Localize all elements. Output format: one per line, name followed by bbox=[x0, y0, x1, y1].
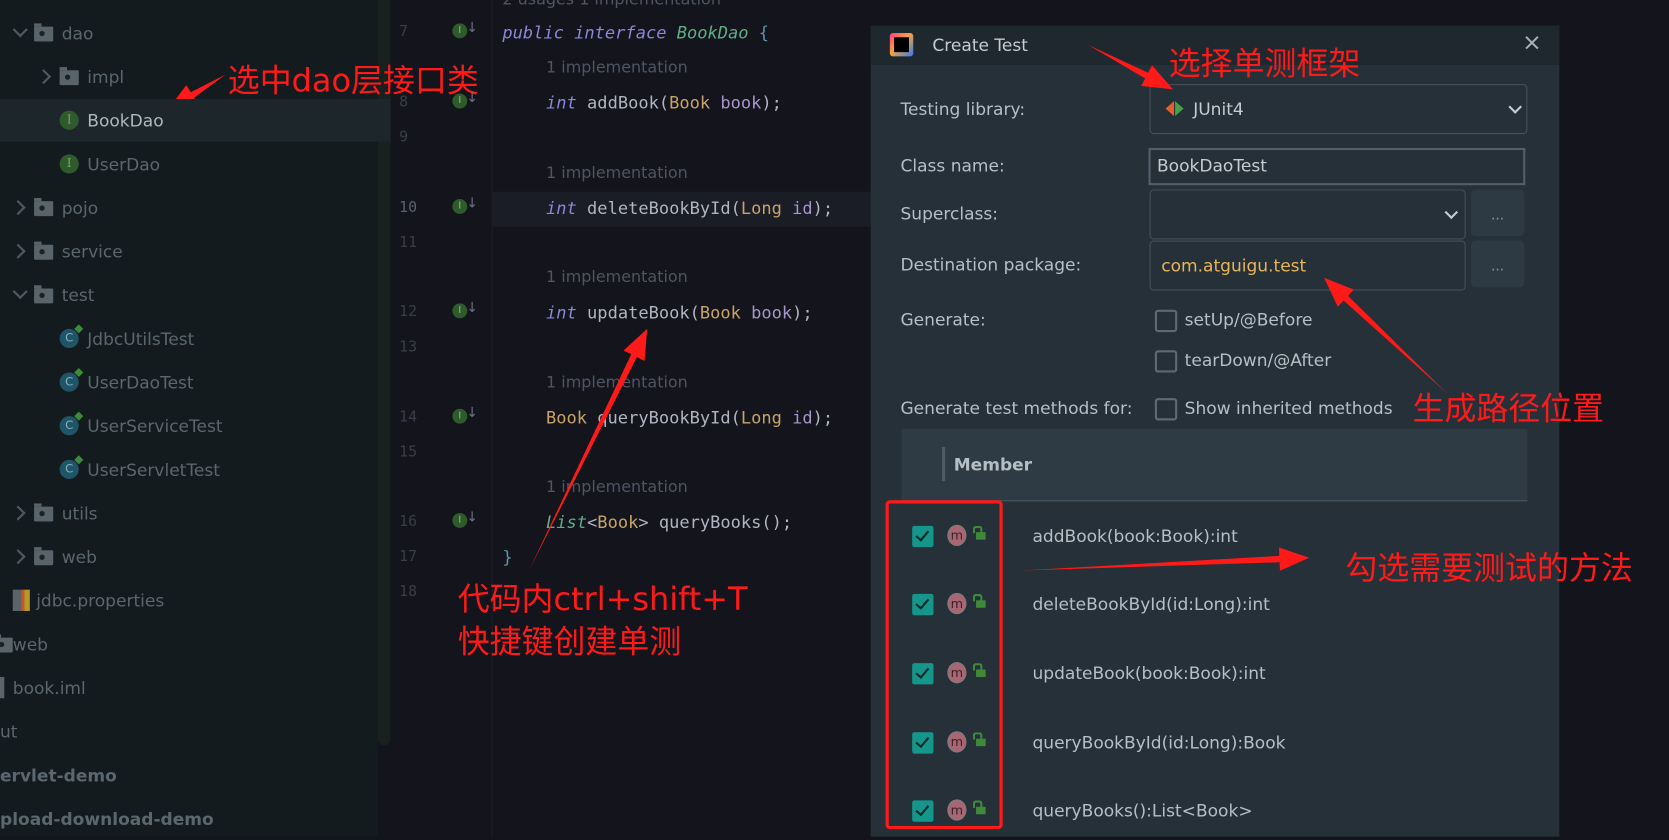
line-number: 11 bbox=[399, 234, 418, 252]
folder-icon bbox=[34, 197, 54, 217]
tree-item[interactable]: ut bbox=[0, 710, 391, 753]
tree-item[interactable]: service bbox=[0, 230, 391, 273]
tree-item-label: JdbcUtilsTest bbox=[87, 328, 195, 349]
tree-item[interactable]: C UserServletTest bbox=[0, 448, 391, 491]
tree-item-label: book.iml bbox=[12, 677, 86, 698]
tree-item-label: service bbox=[61, 241, 123, 262]
chevron-right-icon[interactable] bbox=[10, 549, 26, 565]
interface-icon: I bbox=[59, 154, 79, 174]
tree-item-label: jdbc.properties bbox=[36, 590, 165, 611]
tree-item-label: UserDaoTest bbox=[87, 372, 194, 393]
properties-file-icon bbox=[12, 589, 30, 611]
tree-item[interactable]: impl bbox=[0, 55, 391, 98]
test-class-icon: C bbox=[59, 416, 79, 436]
tree-item[interactable]: C JdbcUtilsTest bbox=[0, 317, 391, 360]
chevron-down-icon[interactable] bbox=[12, 284, 28, 300]
tree-item[interactable]: ervlet-demo bbox=[0, 754, 391, 797]
folder-icon bbox=[34, 23, 54, 42]
tree-item[interactable]: I UserDao bbox=[0, 143, 391, 186]
folder-icon bbox=[0, 634, 13, 653]
tree-item[interactable]: pojo bbox=[0, 186, 391, 229]
folder-icon bbox=[34, 241, 54, 260]
arrow-to-destination-package bbox=[1324, 277, 1448, 394]
tree-item[interactable]: web bbox=[0, 623, 391, 666]
implemented-gutter-icon[interactable]: I bbox=[452, 92, 478, 109]
tree-item[interactable]: utils bbox=[0, 492, 391, 535]
tree-item-label: web bbox=[12, 633, 48, 655]
tree-item-label: UserServiceTest bbox=[87, 415, 223, 436]
folder-icon bbox=[59, 67, 79, 86]
chevron-right-icon[interactable] bbox=[10, 200, 26, 216]
tree-item[interactable]: C UserDaoTest bbox=[0, 361, 391, 404]
implemented-gutter-icon[interactable]: I bbox=[452, 407, 478, 424]
tree-item[interactable]: jdbc.properties bbox=[0, 579, 391, 622]
tree-item[interactable]: web bbox=[0, 535, 391, 578]
line-number: 9 bbox=[399, 128, 409, 146]
line-number: 8 bbox=[399, 93, 409, 111]
chevron-down-icon[interactable] bbox=[12, 22, 28, 38]
arrow-to-members bbox=[1021, 547, 1310, 571]
implemented-gutter-icon[interactable]: I bbox=[452, 197, 478, 214]
tree-item[interactable]: test bbox=[0, 274, 391, 317]
tree-item-label: ervlet-demo bbox=[0, 764, 117, 785]
tree-item-label: web bbox=[61, 546, 97, 567]
folder-icon bbox=[34, 503, 54, 522]
tree-item-label: UserServletTest bbox=[87, 459, 220, 480]
line-number: 16 bbox=[399, 513, 418, 531]
chevron-right-icon[interactable] bbox=[10, 505, 26, 521]
tree-item-label: UserDao bbox=[87, 153, 161, 175]
tree-item-label: pload-download-demo bbox=[0, 808, 214, 829]
screen: 2 usages 1 implementation public interfa… bbox=[0, 0, 1669, 837]
annotation-path-location: 生成路径位置 bbox=[1412, 390, 1605, 428]
tree-item[interactable]: pload-download-demo bbox=[0, 797, 391, 840]
annotation-select-framework: 选择单测框架 bbox=[1168, 45, 1361, 84]
tree-item-label: ut bbox=[0, 721, 18, 742]
module-file-icon bbox=[0, 676, 5, 699]
chevron-right-icon[interactable] bbox=[36, 69, 52, 85]
arrow-to-testing-library bbox=[1087, 44, 1173, 90]
implemented-gutter-icon[interactable]: I bbox=[452, 511, 478, 528]
tree-item-label: dao bbox=[61, 22, 94, 44]
line-number: 10 bbox=[399, 199, 418, 217]
tree-item[interactable]: book.iml bbox=[0, 666, 391, 709]
tree-item[interactable]: dao bbox=[0, 12, 391, 55]
implemented-gutter-icon[interactable]: I bbox=[452, 301, 478, 319]
line-number: 17 bbox=[399, 548, 418, 566]
line-number: 13 bbox=[399, 338, 418, 356]
implemented-gutter-icon[interactable]: I bbox=[452, 21, 478, 39]
annotation-shortcut-line2: 快捷键创建单测 bbox=[457, 623, 682, 661]
line-number: 12 bbox=[399, 303, 418, 321]
test-class-icon: C bbox=[59, 459, 79, 479]
arrow-to-code bbox=[529, 328, 648, 571]
line-number: 14 bbox=[399, 408, 418, 426]
test-class-icon: C bbox=[59, 372, 79, 392]
annotation-check-methods: 勾选需要测试的方法 bbox=[1345, 550, 1633, 588]
tree-item-label: impl bbox=[87, 66, 125, 87]
tree-item-label: utils bbox=[61, 502, 98, 524]
folder-icon bbox=[34, 285, 54, 304]
tree-item[interactable]: C UserServiceTest bbox=[0, 404, 391, 447]
chevron-right-icon[interactable] bbox=[10, 243, 26, 259]
line-number: 15 bbox=[399, 443, 418, 461]
annotation-shortcut-line1: 代码内ctrl+shift+T bbox=[457, 581, 748, 619]
line-number: 18 bbox=[399, 583, 418, 601]
tree-item-label: test bbox=[61, 284, 95, 305]
tree-item[interactable]: I BookDao bbox=[0, 98, 391, 142]
tree-item-label: pojo bbox=[61, 197, 99, 218]
test-class-icon: C bbox=[59, 328, 79, 349]
tree-item-label: BookDao bbox=[87, 110, 164, 131]
folder-icon bbox=[34, 547, 54, 566]
interface-icon: I bbox=[59, 110, 79, 130]
line-number: 7 bbox=[399, 23, 409, 41]
